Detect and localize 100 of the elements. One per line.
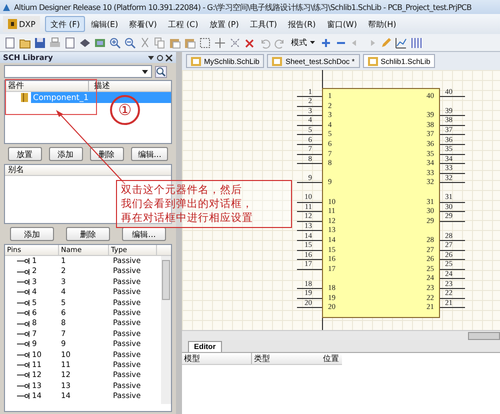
plus-icon[interactable] [320,36,332,48]
pin-line [440,250,465,251]
pin-icon [17,393,30,400]
printer-icon[interactable] [49,36,61,48]
menu-item[interactable]: 文件 (F) [45,16,85,32]
panel-button[interactable]: 编辑... [130,147,168,161]
pin-line [297,211,322,212]
undo-icon[interactable] [259,36,271,48]
pin-icon [17,330,30,337]
panel-controls-icon[interactable] [147,54,173,62]
pin-line [440,172,465,174]
document-icon [191,56,201,66]
chart-icon[interactable] [395,36,407,48]
component-icon [21,93,28,102]
pin-line [440,259,465,260]
panel-button[interactable]: 添加 [48,147,83,161]
pin-line [440,144,465,145]
pin-line [440,134,465,136]
pin-line [440,220,465,222]
dashed-rect-icon[interactable] [199,36,211,48]
scissors-icon[interactable] [139,36,151,48]
pin-line [297,106,322,107]
document-icon [368,56,378,66]
clipboard-icon[interactable] [169,36,181,48]
menu-item[interactable]: 工具(T) [244,16,282,32]
callout-text: 再在对话框中进行相应设置 [121,211,253,225]
callout-text: 双击这个元器件名，然后 [121,183,242,197]
column-header[interactable]: 模型 [182,353,252,364]
menu-item[interactable]: 帮助(H) [362,16,402,32]
pin-line [440,288,465,289]
pin-icon [17,372,30,378]
cross-mark-icon[interactable] [244,36,256,48]
menu-item[interactable]: 工程 (C) [162,16,204,32]
pin-line [297,182,322,184]
zoom-icon[interactable] [155,66,167,78]
panel-button[interactable]: 删除 [66,227,110,241]
pin-line [297,154,322,155]
pin-line [440,124,465,126]
redo-icon[interactable] [274,36,286,48]
pin-line [440,307,465,308]
picture-icon[interactable] [94,36,106,48]
menu-item[interactable]: 报告(R) [283,16,321,32]
scroll-thumb[interactable] [468,332,500,340]
document-icon[interactable] [4,36,16,48]
pin-icon [17,278,30,285]
pin-line [297,259,322,260]
dxp-menu[interactable]: DXP [3,16,40,32]
zoom-out-icon[interactable] [124,36,136,48]
pin-line [297,288,322,289]
pin-line [297,230,322,232]
clipboard-icon[interactable] [184,36,196,48]
scrollbar[interactable] [182,330,500,340]
pin-icon [17,289,30,296]
column-header[interactable]: 类型 [252,353,321,364]
pin-icon [17,362,30,368]
pin-line [297,240,322,241]
pin-line [440,154,465,155]
zoom-in-icon[interactable] [109,36,121,48]
pin-line [297,298,322,299]
column-header[interactable]: 器件 [5,81,89,91]
pin-icon [17,341,30,348]
menu-item[interactable]: 放置 (P) [204,16,244,32]
scrollbar[interactable] [161,256,171,404]
grid-icon[interactable] [410,36,422,48]
pin-line [440,115,465,116]
crosshair-icon[interactable] [214,36,226,48]
menu-item[interactable]: 察看(V) [124,16,162,32]
mode-dropdown[interactable]: 模式 [289,37,317,48]
pin-line [297,134,322,136]
panel-button[interactable]: 删除 [90,147,124,161]
panel-button[interactable]: 编辑... [122,227,166,241]
pin-icon [17,300,30,306]
page-icon[interactable] [64,36,76,48]
pin-line [297,144,322,145]
callout-text: 我们会看到弹出的对话框， [121,197,253,211]
pin-line [297,268,322,270]
pin-line [297,115,322,116]
caret-icon [310,41,315,44]
pin-icon [17,382,30,389]
pin-line [297,250,322,251]
menu-item[interactable]: 编辑(E) [86,16,124,32]
panel-button[interactable]: 添加 [10,227,54,241]
copy-icon[interactable] [154,36,166,48]
pin-line [297,163,322,164]
pin-line [440,96,465,97]
column-header[interactable]: 位置 [320,353,342,364]
menu-item[interactable]: 窗口(W) [322,16,362,32]
pin-icon [17,310,30,316]
document-icon [272,56,282,66]
folder-icon[interactable] [19,36,31,48]
step-marker: ① [110,95,140,125]
pin-line [440,202,465,203]
pin-line [297,124,322,126]
scroll-thumb[interactable] [162,260,170,300]
pin-line [297,96,322,97]
dxp-logo-icon [8,19,17,29]
panel-button[interactable]: 放置 [8,147,42,161]
pin-line [297,202,322,203]
pin-line [440,298,465,299]
pin-line [440,268,465,270]
